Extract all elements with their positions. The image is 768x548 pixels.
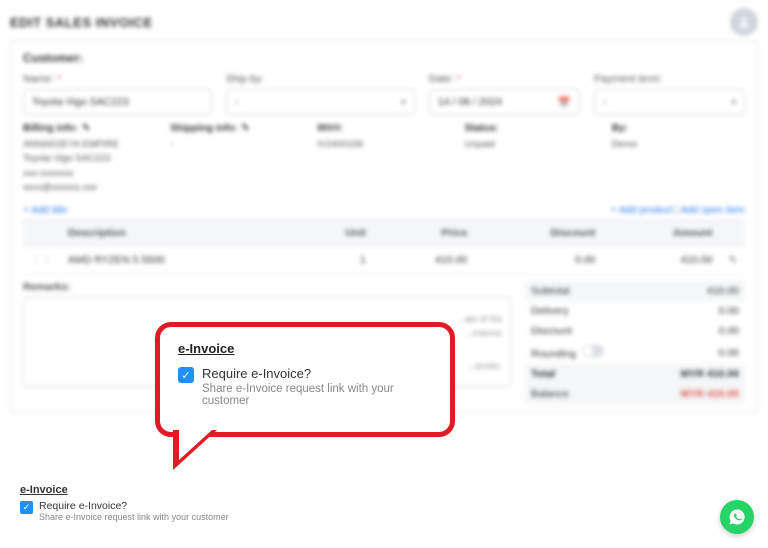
ship-value: - <box>235 96 239 108</box>
pencil-icon[interactable]: ✎ <box>721 246 745 275</box>
remarks-label: Remarks: <box>23 281 511 293</box>
cell-description: AMD RYZEN 5 5500 <box>60 246 297 275</box>
payment-value: - <box>603 96 607 108</box>
ship-label: Ship by: <box>226 73 415 85</box>
balance-label: Balance <box>525 384 645 404</box>
einvoice-question: Require e-Invoice? <box>39 500 229 512</box>
shipping-label: Shipping info: <box>170 123 237 134</box>
chevron-down-icon: ▾ <box>731 97 736 108</box>
einvoice-subtext: Share e-Invoice request link with your c… <box>39 512 229 522</box>
status-value: Unpaid <box>465 138 598 152</box>
require-einvoice-checkbox[interactable]: ✓ <box>178 367 194 383</box>
subtotal-value: 410.00 <box>645 281 745 301</box>
delivery-value: 0.00 <box>645 301 745 321</box>
user-avatar[interactable] <box>730 8 758 36</box>
chevron-down-icon: ▾ <box>401 97 406 108</box>
subtotal-label: Subtotal <box>525 281 645 301</box>
rounding-value: 0.00 <box>645 341 745 364</box>
inv-value: IV2400156 <box>317 138 450 152</box>
payment-label: Payment term: <box>594 73 745 85</box>
total-value: MYR 410.00 <box>645 364 745 384</box>
payment-select[interactable]: -▾ <box>594 89 745 115</box>
callout-subtext: Share e-Invoice request link with your c… <box>202 383 432 407</box>
name-value: Toyota Vigo SAC223 <box>32 96 129 108</box>
date-input[interactable]: 14 / 08 / 2024 📅 <box>429 89 580 115</box>
pencil-icon[interactable]: ✎ <box>82 123 90 134</box>
date-value: 14 / 08 / 2024 <box>438 96 502 108</box>
discount-label: Discount <box>525 321 645 341</box>
customer-section-title: Customer: <box>23 51 745 65</box>
discount-value: 0.00 <box>645 321 745 341</box>
name-input[interactable]: Toyota Vigo SAC223 <box>23 89 212 115</box>
pencil-icon[interactable]: ✎ <box>241 123 249 134</box>
date-label: Date: <box>429 73 580 85</box>
einvoice-title: e-Invoice <box>20 484 229 496</box>
by-value: Demo <box>612 138 745 152</box>
page-title: EDIT SALES INVOICE <box>10 15 153 30</box>
shipping-text: - <box>170 138 303 152</box>
require-einvoice-checkbox[interactable]: ✓ <box>20 501 33 514</box>
cell-price: 410.00 <box>374 246 475 275</box>
line-items-table: Description Unit Price Discount Amount ⋮… <box>23 220 745 275</box>
einvoice-callout: e-Invoice ✓ Require e-Invoice? Share e-I… <box>155 322 465 482</box>
by-label: By: <box>612 123 745 134</box>
rounding-label: Rounding <box>531 348 576 360</box>
status-label: Status: <box>465 123 598 134</box>
whatsapp-icon <box>728 508 746 526</box>
col-description: Description <box>60 221 297 246</box>
person-icon <box>737 15 751 29</box>
callout-title: e-Invoice <box>178 341 432 356</box>
col-price: Price <box>374 221 475 246</box>
col-discount: Discount <box>475 221 603 246</box>
callout-question: Require e-Invoice? <box>202 366 432 381</box>
col-unit: Unit <box>297 221 374 246</box>
rounding-toggle[interactable] <box>582 345 604 357</box>
totals-table: Subtotal410.00 Delivery0.00 Discount0.00… <box>525 281 745 404</box>
calendar-icon: 📅 <box>558 96 571 109</box>
cell-discount: 0.00 <box>475 246 603 275</box>
drag-handle-icon[interactable]: ⋮⋮ <box>23 246 60 275</box>
add-open-item-link[interactable]: Add open item <box>681 205 746 216</box>
add-title-link[interactable]: + Add title <box>23 205 67 216</box>
delivery-label: Delivery <box>525 301 645 321</box>
billing-text: ANNADZEYA EMPIRE Toyota Vigo SAC223 xxx-… <box>23 138 156 195</box>
ship-select[interactable]: -▾ <box>226 89 415 115</box>
whatsapp-fab[interactable] <box>720 500 754 534</box>
balance-value: MYR 410.00 <box>645 384 745 404</box>
inv-label: INV#: <box>317 123 450 134</box>
billing-label: Billing info: <box>23 123 78 134</box>
add-product-link[interactable]: + Add product <box>611 205 673 216</box>
name-label: Name: <box>23 73 212 85</box>
cell-amount: 410.00 <box>603 246 720 275</box>
einvoice-section: e-Invoice ✓ Require e-Invoice? Share e-I… <box>20 484 229 522</box>
table-row[interactable]: ⋮⋮ AMD RYZEN 5 5500 1 410.00 0.00 410.00… <box>23 246 745 275</box>
total-label: Total <box>525 364 645 384</box>
col-amount: Amount <box>603 221 720 246</box>
cell-unit: 1 <box>297 246 374 275</box>
